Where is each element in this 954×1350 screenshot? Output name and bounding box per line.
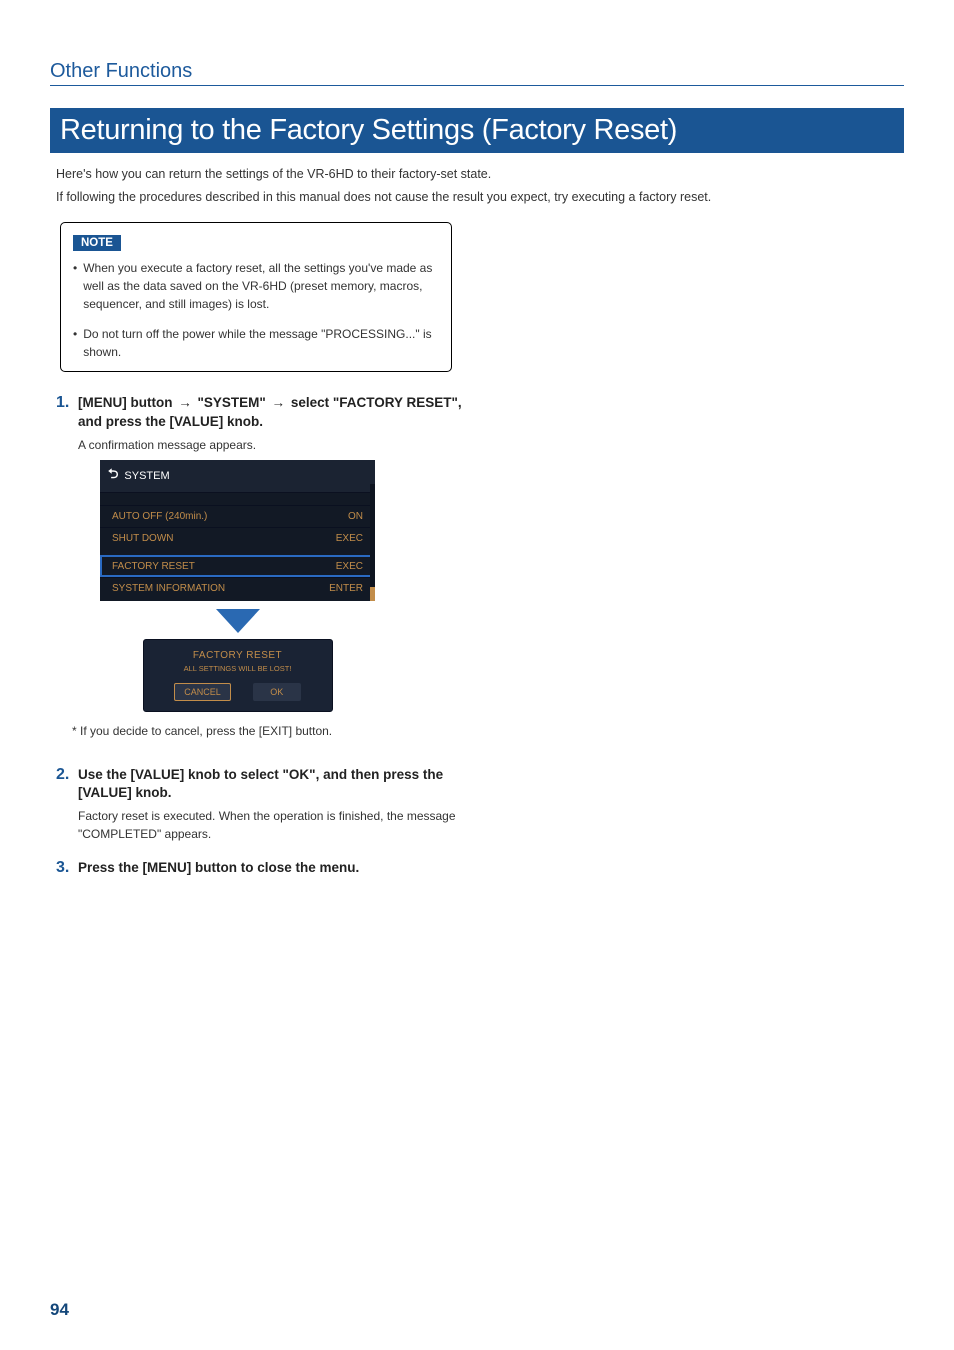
chevron-down-icon	[216, 609, 260, 633]
note-item: • Do not turn off the power while the me…	[73, 325, 439, 361]
system-menu-screenshot: ⮌ SYSTEM AUTO OFF (240min.) ON SHUT DOWN…	[100, 460, 375, 712]
menu-row-label: FACTORY RESET	[112, 561, 195, 572]
note-box: NOTE • When you execute a factory reset,…	[60, 222, 452, 372]
note-list: • When you execute a factory reset, all …	[73, 259, 439, 361]
step-title-part: "SYSTEM"	[197, 395, 269, 410]
arrow-right-icon: →	[176, 395, 194, 410]
menu-row-factory-reset: FACTORY RESET EXEC	[100, 555, 375, 577]
dialog-title: FACTORY RESET	[154, 650, 322, 661]
menu-row-system-info: SYSTEM INFORMATION ENTER	[100, 577, 375, 599]
page-number: 94	[50, 1300, 69, 1320]
note-text: When you execute a factory reset, all th…	[83, 259, 439, 313]
menu-row-shut-down: SHUT DOWN EXEC	[100, 527, 375, 549]
intro-line-1: Here's how you can return the settings o…	[56, 165, 904, 184]
step-desc: A confirmation message appears.	[78, 436, 468, 454]
note-badge: NOTE	[73, 235, 121, 251]
scrollbar	[370, 484, 375, 601]
step-title: Use the [VALUE] knob to select "OK", and…	[78, 766, 468, 804]
step-list: 1. [MENU] button → "SYSTEM" → select "FA…	[56, 394, 468, 882]
menu-row-value: ON	[348, 511, 363, 522]
step-number: 2.	[56, 766, 78, 784]
section-header: Other Functions	[50, 60, 904, 86]
factory-reset-dialog: FACTORY RESET ALL SETTINGS WILL BE LOST!…	[143, 639, 333, 712]
step-title-part: [MENU] button	[78, 395, 176, 410]
scrollbar-thumb	[370, 587, 375, 601]
menu-row-value: ENTER	[329, 583, 363, 594]
menu-row-label: SHUT DOWN	[112, 533, 173, 544]
step-number: 3.	[56, 859, 78, 877]
note-text: Do not turn off the power while the mess…	[83, 325, 439, 361]
step-desc: Factory reset is executed. When the oper…	[78, 807, 468, 843]
step-title: [MENU] button → "SYSTEM" → select "FACTO…	[78, 394, 468, 432]
menu-row-value: EXEC	[336, 561, 363, 572]
footnote: * If you decide to cancel, press the [EX…	[72, 724, 468, 738]
bullet-icon: •	[73, 259, 83, 313]
menu-row-label: SYSTEM INFORMATION	[112, 583, 225, 594]
menu-row-label: AUTO OFF (240min.)	[112, 511, 207, 522]
main-title: Returning to the Factory Settings (Facto…	[50, 108, 904, 153]
menu-row-value: EXEC	[336, 533, 363, 544]
note-item: • When you execute a factory reset, all …	[73, 259, 439, 313]
step-2: 2. Use the [VALUE] knob to select "OK", …	[56, 766, 468, 850]
dialog-buttons: CANCEL OK	[154, 683, 322, 701]
menu-row-auto-off: AUTO OFF (240min.) ON	[100, 505, 375, 527]
step-title: Press the [MENU] button to close the men…	[78, 859, 468, 878]
screenshot-header: ⮌ SYSTEM	[100, 460, 375, 493]
bullet-icon: •	[73, 325, 83, 361]
ok-button: OK	[253, 683, 301, 701]
arrow-right-icon: →	[270, 395, 288, 410]
step-1: 1. [MENU] button → "SYSTEM" → select "FA…	[56, 394, 468, 756]
intro-line-2: If following the procedures described in…	[56, 188, 904, 207]
cancel-button: CANCEL	[174, 683, 231, 701]
back-arrow-icon: ⮌	[108, 465, 118, 487]
step-3: 3. Press the [MENU] button to close the …	[56, 859, 468, 882]
screenshot-body: AUTO OFF (240min.) ON SHUT DOWN EXEC FAC…	[100, 493, 375, 601]
screenshot-header-text: SYSTEM	[124, 470, 169, 482]
step-number: 1.	[56, 394, 78, 412]
dialog-subtitle: ALL SETTINGS WILL BE LOST!	[154, 664, 322, 673]
